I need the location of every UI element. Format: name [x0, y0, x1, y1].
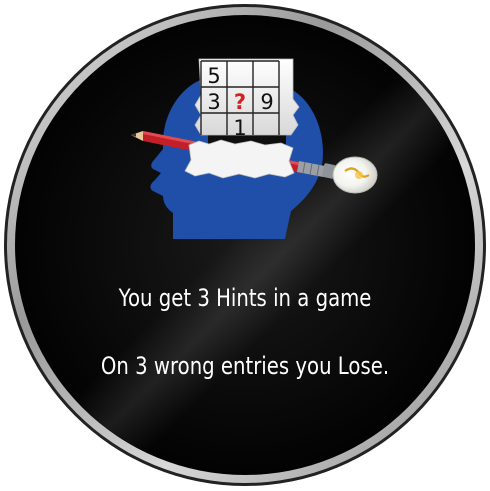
- rules-badge: 5 3 ? 9 1: [3, 3, 487, 487]
- grid-cell-0: 5: [207, 64, 220, 88]
- grid-cell-5: 9: [260, 90, 273, 114]
- paper-strip: [184, 139, 295, 179]
- grid-cell-3: 3: [207, 90, 220, 114]
- rules-line-lose: On 3 wrong entries you Lose.: [100, 352, 390, 380]
- badge-graphic: 5 3 ? 9 1: [4, 4, 486, 486]
- grid-cell-7: 1: [233, 116, 246, 140]
- rules-line-hints: You get 3 Hints in a game: [118, 284, 372, 312]
- grid-cell-question: ?: [234, 90, 246, 114]
